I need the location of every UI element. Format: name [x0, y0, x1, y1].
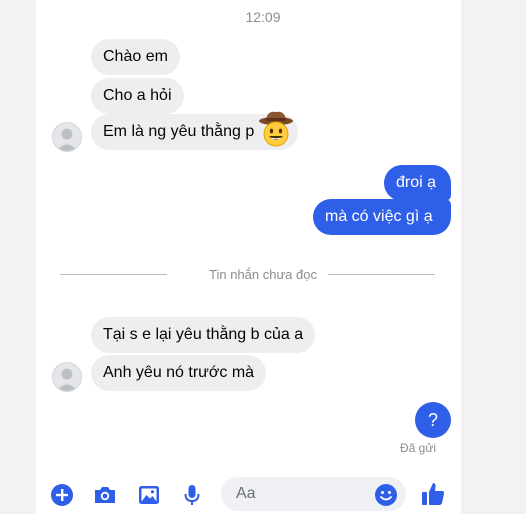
message-text: mà có việc gì ạ: [325, 208, 433, 225]
gallery-icon[interactable]: [136, 482, 162, 508]
message-input-placeholder: Aa: [236, 485, 256, 502]
outgoing-message[interactable]: mà có việc gì ạ: [313, 199, 451, 235]
message-text: ?: [427, 409, 438, 430]
plus-icon[interactable]: [49, 482, 75, 508]
message-text: Anh yêu nó trước mà: [103, 364, 255, 381]
divider-line-right: [328, 274, 435, 275]
incoming-message[interactable]: Tại s e lại yêu thằng b của a: [91, 317, 316, 353]
thumbs-up-icon[interactable]: [420, 480, 446, 508]
chat-panel: [36, 0, 461, 514]
smiley-icon[interactable]: [374, 483, 398, 507]
avatar[interactable]: [52, 122, 82, 152]
message-text: đroi ạ: [396, 174, 437, 191]
default-avatar-icon: [56, 368, 78, 391]
incoming-message[interactable]: Anh yêu nó trước mà: [91, 355, 267, 391]
message-text: Cho a hỏi: [103, 87, 172, 104]
incoming-message[interactable]: Cho a hỏi: [91, 78, 184, 114]
sent-status: Đã gửi: [400, 441, 437, 455]
microphone-icon[interactable]: [179, 482, 205, 508]
default-avatar-icon: [56, 128, 78, 151]
outgoing-message[interactable]: ?: [415, 402, 451, 438]
message-text: Em là ng yêu thằng p: [103, 123, 255, 140]
message-text: Chào em: [103, 48, 168, 65]
cowboy-emoji-icon: [259, 111, 293, 147]
incoming-message[interactable]: Chào em: [91, 39, 180, 75]
unread-divider-label: Tin nhắn chưa đọc: [209, 267, 317, 282]
message-timestamp: 12:09: [245, 9, 281, 25]
message-text: Tại s e lại yêu thằng b của a: [103, 326, 304, 343]
avatar[interactable]: [52, 362, 82, 392]
outgoing-message[interactable]: đroi ạ: [384, 165, 451, 201]
camera-icon[interactable]: [92, 482, 118, 508]
